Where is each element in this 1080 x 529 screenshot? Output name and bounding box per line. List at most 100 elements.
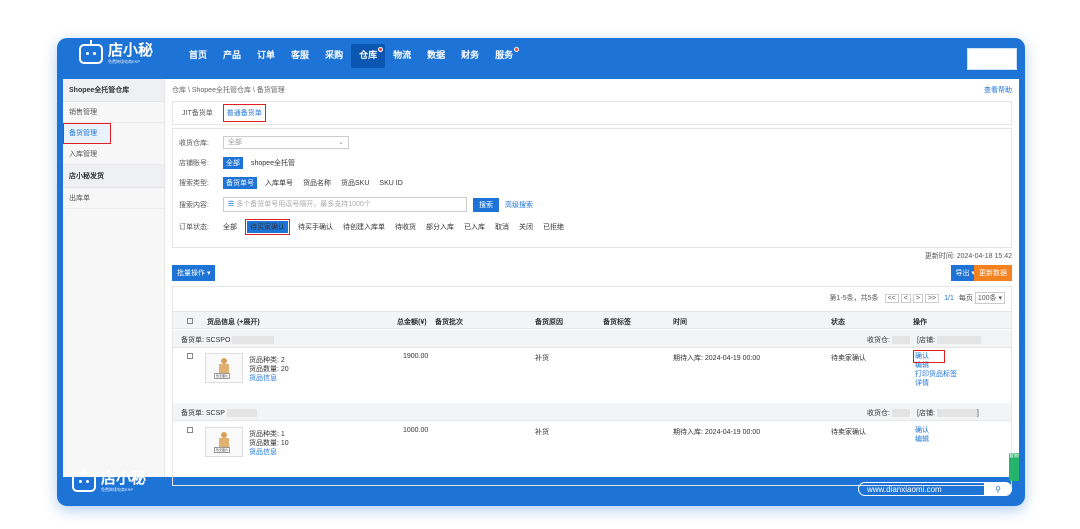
details-link[interactable]: 详情: [915, 379, 957, 388]
search-type-option[interactable]: 备货单号: [223, 177, 257, 189]
filter-row-shop: 店铺账号: 全部 shopee全托管: [179, 157, 305, 169]
filter-label: 订单状态:: [179, 224, 209, 231]
updated-time: 更新时间: 2024-04-18 15:42: [924, 253, 1012, 260]
confirm-button[interactable]: 确认: [913, 350, 945, 363]
tab-normal[interactable]: 普通备货单: [222, 104, 266, 122]
sidebar-item-sales[interactable]: 销售管理: [63, 102, 164, 123]
status-option[interactable]: 待买手确认: [298, 222, 333, 232]
per-page-select[interactable]: 100条 ▾: [974, 292, 1005, 304]
filter-row-search: 搜索内容: ☰ 多个备货单号用逗号隔开，最多支持1000个 搜索 高级搜索: [179, 197, 533, 212]
edit-link[interactable]: 编辑: [915, 361, 957, 370]
status-option[interactable]: 全部: [223, 222, 237, 232]
brand-sub: 免费跨境电商ERP: [108, 59, 141, 64]
search-input[interactable]: ☰ 多个备货单号用逗号隔开，最多支持1000个: [223, 197, 467, 212]
tab-jit[interactable]: JIT备货单: [179, 105, 216, 121]
expected-time: 期待入库: 2024-04-19 00:00: [673, 355, 761, 362]
sidebar-item-outbound[interactable]: 出库单: [63, 188, 164, 209]
search-type-option[interactable]: 货品名称: [303, 178, 331, 188]
status-option-active[interactable]: 待买家确认: [245, 219, 290, 235]
search-button[interactable]: 搜索: [473, 197, 499, 212]
col-goods[interactable]: 货品信息 (+展开): [207, 317, 260, 327]
redacted-text: [232, 336, 275, 345]
nav-service[interactable]: 客服: [283, 44, 317, 68]
content-area: Shopee全托管仓库 销售管理 备货管理 入库管理 店小秘发货 出库单 仓库 …: [63, 79, 1019, 486]
sidebar: Shopee全托管仓库 销售管理 备货管理 入库管理 店小秘发货 出库单: [63, 79, 165, 477]
status-option[interactable]: 已入库: [464, 222, 485, 232]
row-checkbox[interactable]: [187, 427, 193, 433]
filter-row-status: 订单状态: 全部 待买家确认 待买手确认 待创建入库单 待收货 部分入库 已入库…: [179, 219, 574, 235]
shop-option[interactable]: shopee全托管: [251, 158, 295, 168]
col-actions: 操作: [913, 319, 927, 326]
status-option[interactable]: 取消: [495, 222, 509, 232]
shop-name: [店铺: ]: [917, 409, 979, 418]
order-header: 备货单: SCSPO 收货仓: [店铺:: [173, 330, 1011, 348]
search-type-option[interactable]: 货品SKU: [341, 178, 369, 188]
pager-last[interactable]: >>: [924, 293, 940, 303]
url-bar[interactable]: www.dianxiaomi.com ⚲: [858, 482, 1012, 496]
reason: 补货: [535, 355, 549, 362]
nav-finance[interactable]: 财务: [453, 44, 487, 68]
shop-all-option[interactable]: 全部: [223, 157, 243, 169]
product-thumbnail: 暂无图片: [205, 353, 243, 383]
redacted-text: [891, 409, 910, 418]
col-reason: 备货原因: [535, 319, 563, 326]
sidebar-item-inbound[interactable]: 入库管理: [63, 144, 164, 165]
sidebar-item-stocking[interactable]: 备货管理: [63, 123, 111, 144]
confirm-button[interactable]: 确认: [915, 426, 929, 435]
pager-next[interactable]: >: [912, 293, 923, 303]
notification-dot-icon: [514, 47, 520, 52]
robot-logo-icon: [79, 40, 103, 64]
nav-home[interactable]: 首页: [181, 44, 215, 68]
print-label-link[interactable]: 打印货品标签: [915, 370, 957, 379]
filter-label: 店铺账号:: [179, 160, 209, 167]
goods-info-link[interactable]: 货品信息: [249, 447, 277, 457]
nav-logistics[interactable]: 物流: [385, 44, 419, 68]
status: 待卖家确认: [831, 355, 866, 362]
per-page-label: 每页: [958, 295, 973, 302]
pager-prev[interactable]: <: [900, 293, 911, 303]
filter-label: 收货仓库:: [179, 139, 209, 147]
refresh-data-button[interactable]: 更新数据: [974, 265, 1012, 281]
shop-name: [店铺:: [917, 335, 981, 345]
advanced-search-link[interactable]: 高级搜索: [505, 200, 533, 210]
nav-order[interactable]: 订单: [249, 44, 283, 68]
status-option[interactable]: 待收货: [395, 222, 416, 232]
url-text: www.dianxiaomi.com: [867, 484, 942, 494]
nav-data[interactable]: 数据: [419, 44, 453, 68]
chevron-down-icon: ⌄: [338, 139, 344, 146]
col-status: 状态: [831, 319, 845, 326]
tab-bar: JIT备货单 普通备货单: [172, 101, 1012, 125]
nav-services[interactable]: 服务: [487, 44, 521, 68]
receive-warehouse: 收货仓:: [867, 335, 910, 345]
order-number: 备货单: SCSP: [181, 408, 257, 418]
col-time: 时间: [673, 319, 687, 326]
nav-purchase[interactable]: 采购: [317, 44, 351, 68]
status-option[interactable]: 已拒绝: [543, 222, 564, 232]
edit-link[interactable]: 编辑: [915, 435, 929, 444]
batch-actions-button[interactable]: 批量操作 ▾: [172, 265, 216, 281]
logo[interactable]: 店小秘 免费跨境电商ERP: [79, 40, 153, 65]
brand-sub: 免费跨境电商ERP: [101, 487, 134, 492]
warehouse-select[interactable]: 全部 ⌄: [223, 136, 349, 149]
avatar[interactable]: [967, 48, 1017, 70]
customer-service-tab[interactable]: 客服: [1009, 453, 1019, 481]
row-checkbox[interactable]: [187, 353, 193, 359]
pager-first[interactable]: <<: [884, 293, 899, 303]
main-nav: 首页 产品 订单 客服 采购 仓库 物流 数据 财务 服务: [181, 38, 521, 74]
status-option[interactable]: 待创建入库单: [343, 222, 385, 232]
select-all-checkbox[interactable]: [187, 318, 193, 324]
goods-info-link[interactable]: 货品信息: [249, 373, 277, 383]
help-link[interactable]: 查看帮助: [984, 85, 1012, 95]
nav-product[interactable]: 产品: [215, 44, 249, 68]
pager-summary: 第1-5条，共5条: [829, 295, 879, 302]
search-icon[interactable]: ⚲: [984, 482, 1012, 496]
table-header: 货品信息 (+展开) 总金额(¥) 备货批次 备货原因 备货标签 时间 状态 操…: [173, 311, 1011, 329]
sidebar-section-dxm: 店小秘发货: [63, 165, 164, 188]
status-option[interactable]: 部分入库: [426, 222, 454, 232]
search-type-option[interactable]: SKU ID: [379, 180, 402, 187]
status-option[interactable]: 关闭: [519, 222, 533, 232]
search-type-option[interactable]: 入库单号: [265, 178, 293, 188]
nav-warehouse[interactable]: 仓库: [351, 44, 386, 68]
col-tag: 备货标签: [603, 319, 631, 326]
top-nav-bar: 店小秘 免费跨境电商ERP 首页 产品 订单 客服 采购 仓库 物流 数据 财务…: [57, 38, 1025, 74]
